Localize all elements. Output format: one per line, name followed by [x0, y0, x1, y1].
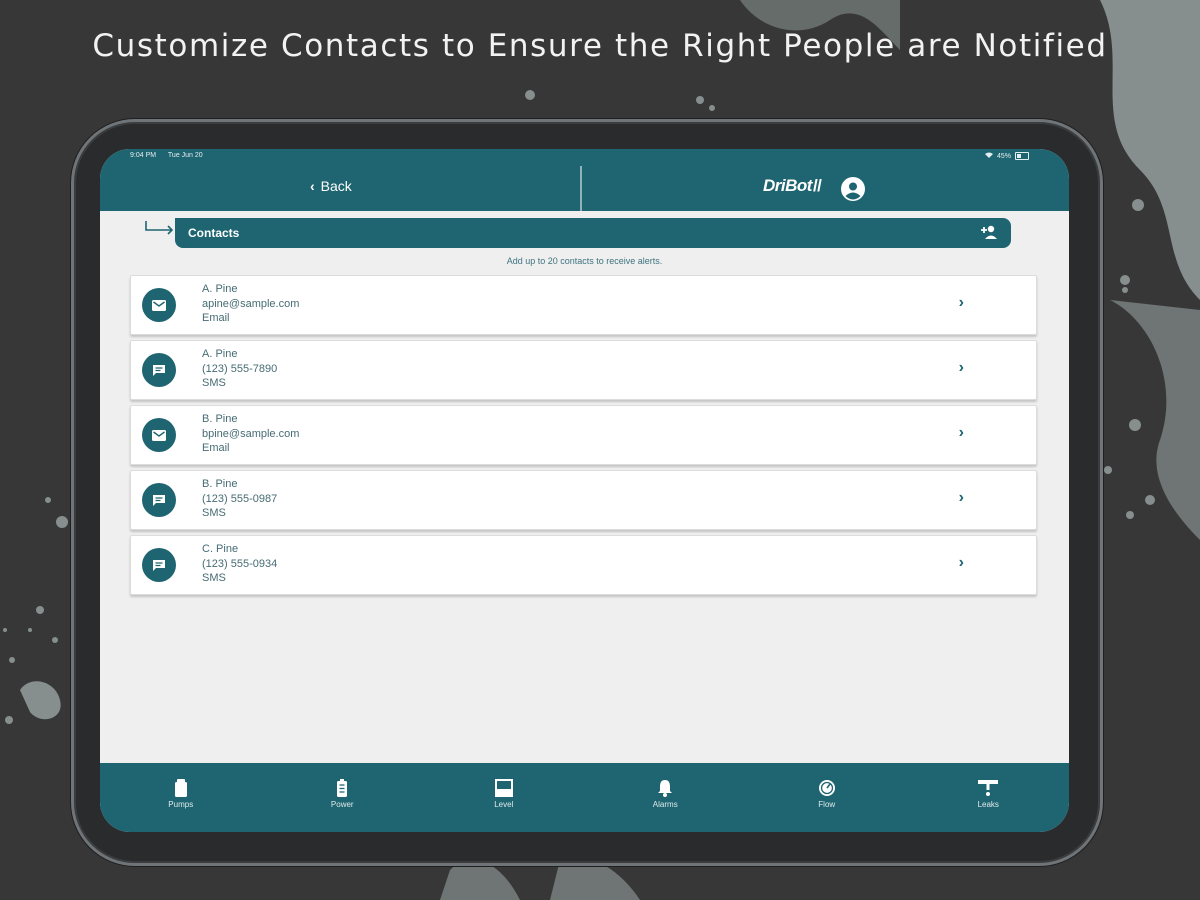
contact-card[interactable]: A. Pine apine@sample.com Email › — [130, 275, 1037, 335]
contact-card[interactable]: B. Pine bpine@sample.com Email › — [130, 405, 1037, 465]
chevron-right-icon: › — [958, 489, 964, 506]
tab-power[interactable]: Power — [262, 763, 424, 832]
contact-card[interactable]: A. Pine (123) 555-7890 SMS › — [130, 340, 1037, 400]
contact-address: apine@sample.com — [202, 297, 300, 310]
tab-label: Pumps — [168, 800, 194, 809]
account-icon[interactable] — [841, 177, 865, 201]
header-divider — [580, 166, 582, 211]
chevron-right-icon: › — [958, 294, 964, 311]
tab-flow[interactable]: Flow — [746, 763, 908, 832]
contact-details: B. Pine (123) 555-0987 SMS — [202, 477, 277, 521]
contact-name: C. Pine — [202, 543, 239, 555]
contact-address: (123) 555-0934 — [202, 557, 278, 570]
add-contact-icon[interactable] — [980, 224, 998, 245]
bottom-tab-bar: Pumps Power Level Alarms Flow Leaks — [100, 763, 1069, 832]
tab-alarms[interactable]: Alarms — [585, 763, 747, 832]
contact-name: A. Pine — [202, 348, 238, 360]
brand-mark: // — [812, 176, 822, 195]
mail-icon — [142, 418, 176, 452]
contact-details: C. Pine (123) 555-0934 SMS — [202, 542, 277, 586]
contact-method: Email — [202, 442, 230, 454]
tab-label: Level — [494, 800, 514, 809]
tab-label: Leaks — [977, 800, 999, 809]
contact-name: B. Pine — [202, 413, 238, 425]
contact-name: B. Pine — [202, 478, 238, 490]
wifi-icon — [984, 152, 993, 160]
tab-pumps[interactable]: Pumps — [100, 763, 262, 832]
message-icon — [142, 483, 176, 517]
back-button[interactable]: ‹ Back — [310, 178, 352, 194]
contact-method: SMS — [202, 507, 226, 519]
contacts-hint: Add up to 20 contacts to receive alerts. — [506, 256, 663, 266]
headline: Customize Contacts to Ensure the Right P… — [92, 28, 1108, 64]
pump-icon — [174, 779, 187, 797]
contact-name: A. Pine — [202, 283, 238, 295]
contact-details: B. Pine bpine@sample.com Email — [202, 412, 299, 456]
contact-address: (123) 555-7890 — [202, 362, 278, 375]
contact-card[interactable]: C. Pine (123) 555-0934 SMS › — [130, 535, 1037, 595]
contact-details: A. Pine apine@sample.com Email — [202, 282, 299, 326]
message-icon — [142, 353, 176, 387]
tab-label: Flow — [818, 800, 836, 809]
flow-gauge-icon — [818, 780, 835, 796]
contact-details: A. Pine (123) 555-7890 SMS — [202, 347, 277, 391]
contact-method: SMS — [202, 377, 226, 389]
bell-icon — [658, 780, 673, 797]
contact-address: (123) 555-0987 — [202, 492, 278, 505]
brand-name: DriBot — [763, 176, 812, 195]
battery-percent: 45% — [996, 152, 1011, 160]
section-title: Contacts — [188, 226, 240, 240]
mail-icon — [142, 288, 176, 322]
chevron-right-icon: › — [958, 554, 964, 571]
status-time: 9:04 PM — [130, 152, 157, 159]
status-bar-left: 9:04 PM Tue Jun 20 — [130, 152, 213, 159]
top-bar: 9:04 PM Tue Jun 20 45% ‹ Back DriBot// — [100, 149, 1069, 211]
chevron-right-icon: › — [958, 359, 964, 376]
contact-method: Email — [202, 312, 230, 324]
tab-level[interactable]: Level — [423, 763, 585, 832]
status-date: Tue Jun 20 — [167, 152, 203, 159]
section-connector-icon — [145, 221, 174, 235]
battery-icon — [337, 779, 348, 797]
level-icon — [494, 779, 513, 797]
contact-address: bpine@sample.com — [202, 427, 300, 440]
message-icon — [142, 548, 176, 582]
brand-logo: DriBot// — [763, 176, 822, 196]
tab-label: Alarms — [652, 800, 678, 809]
status-bar-right: 45% — [984, 152, 1029, 160]
tab-label: Power — [330, 800, 354, 809]
back-label: Back — [320, 178, 352, 194]
app-screen: 9:04 PM Tue Jun 20 45% ‹ Back DriBot// C… — [100, 149, 1069, 832]
chevron-right-icon: › — [958, 424, 964, 441]
chevron-left-icon: ‹ — [310, 178, 315, 194]
leak-icon — [978, 780, 999, 796]
contact-card[interactable]: B. Pine (123) 555-0987 SMS › — [130, 470, 1037, 530]
battery-status-icon — [1015, 152, 1029, 160]
tab-leaks[interactable]: Leaks — [908, 763, 1070, 832]
contact-method: SMS — [202, 572, 226, 584]
contacts-section-header: Contacts — [175, 218, 1011, 248]
